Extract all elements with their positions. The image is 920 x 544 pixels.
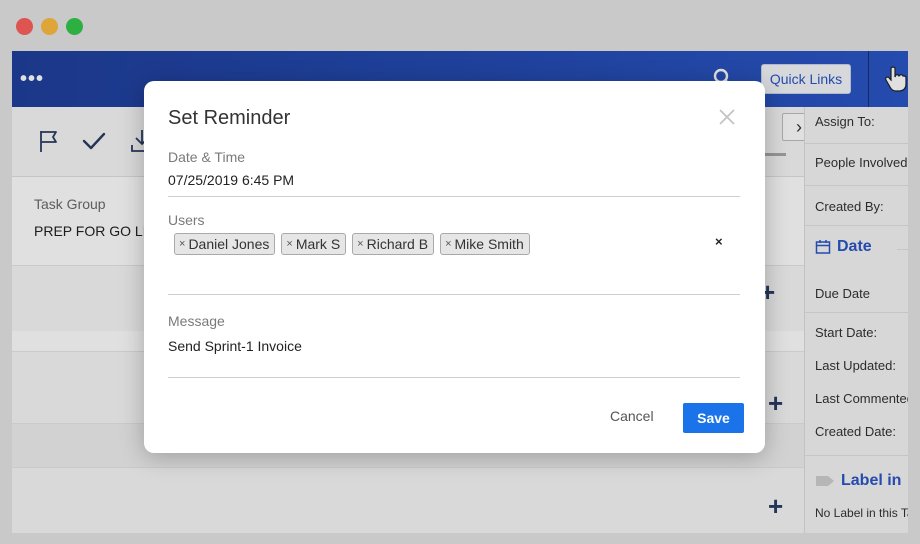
remove-user-icon[interactable]: × <box>179 238 185 250</box>
remove-user-icon[interactable]: × <box>357 238 363 250</box>
users-field[interactable]: × Daniel Jones × Mark S × Richard B × Mi… <box>174 233 530 255</box>
user-chip: × Daniel Jones <box>174 233 276 255</box>
user-chip: × Mark S <box>281 233 347 255</box>
user-chip-label: Mark S <box>295 236 341 252</box>
message-field[interactable]: Send Sprint-1 Invoice <box>168 338 302 354</box>
users-label: Users <box>168 212 205 228</box>
close-icon[interactable] <box>718 108 736 126</box>
user-chip: × Mike Smith <box>440 233 530 255</box>
remove-user-icon[interactable]: × <box>286 238 292 250</box>
date-time-field[interactable]: 07/25/2019 6:45 PM <box>168 172 294 188</box>
dialog-title: Set Reminder <box>168 107 291 129</box>
save-button[interactable]: Save <box>683 403 744 433</box>
remove-user-icon[interactable]: × <box>445 238 451 250</box>
message-label: Message <box>168 313 225 329</box>
user-chip-label: Daniel Jones <box>188 236 270 252</box>
field-underline <box>168 294 740 295</box>
user-chip-label: Mike Smith <box>454 236 524 252</box>
clear-users-icon[interactable]: × <box>715 234 723 249</box>
user-chip: × Richard B <box>352 233 435 255</box>
cancel-button[interactable]: Cancel <box>610 408 654 424</box>
field-underline <box>168 377 740 378</box>
date-time-label: Date & Time <box>168 149 246 165</box>
field-underline <box>168 196 740 197</box>
user-chip-label: Richard B <box>366 236 429 252</box>
set-reminder-dialog: Set Reminder Date & Time 07/25/2019 6:45… <box>144 81 765 453</box>
